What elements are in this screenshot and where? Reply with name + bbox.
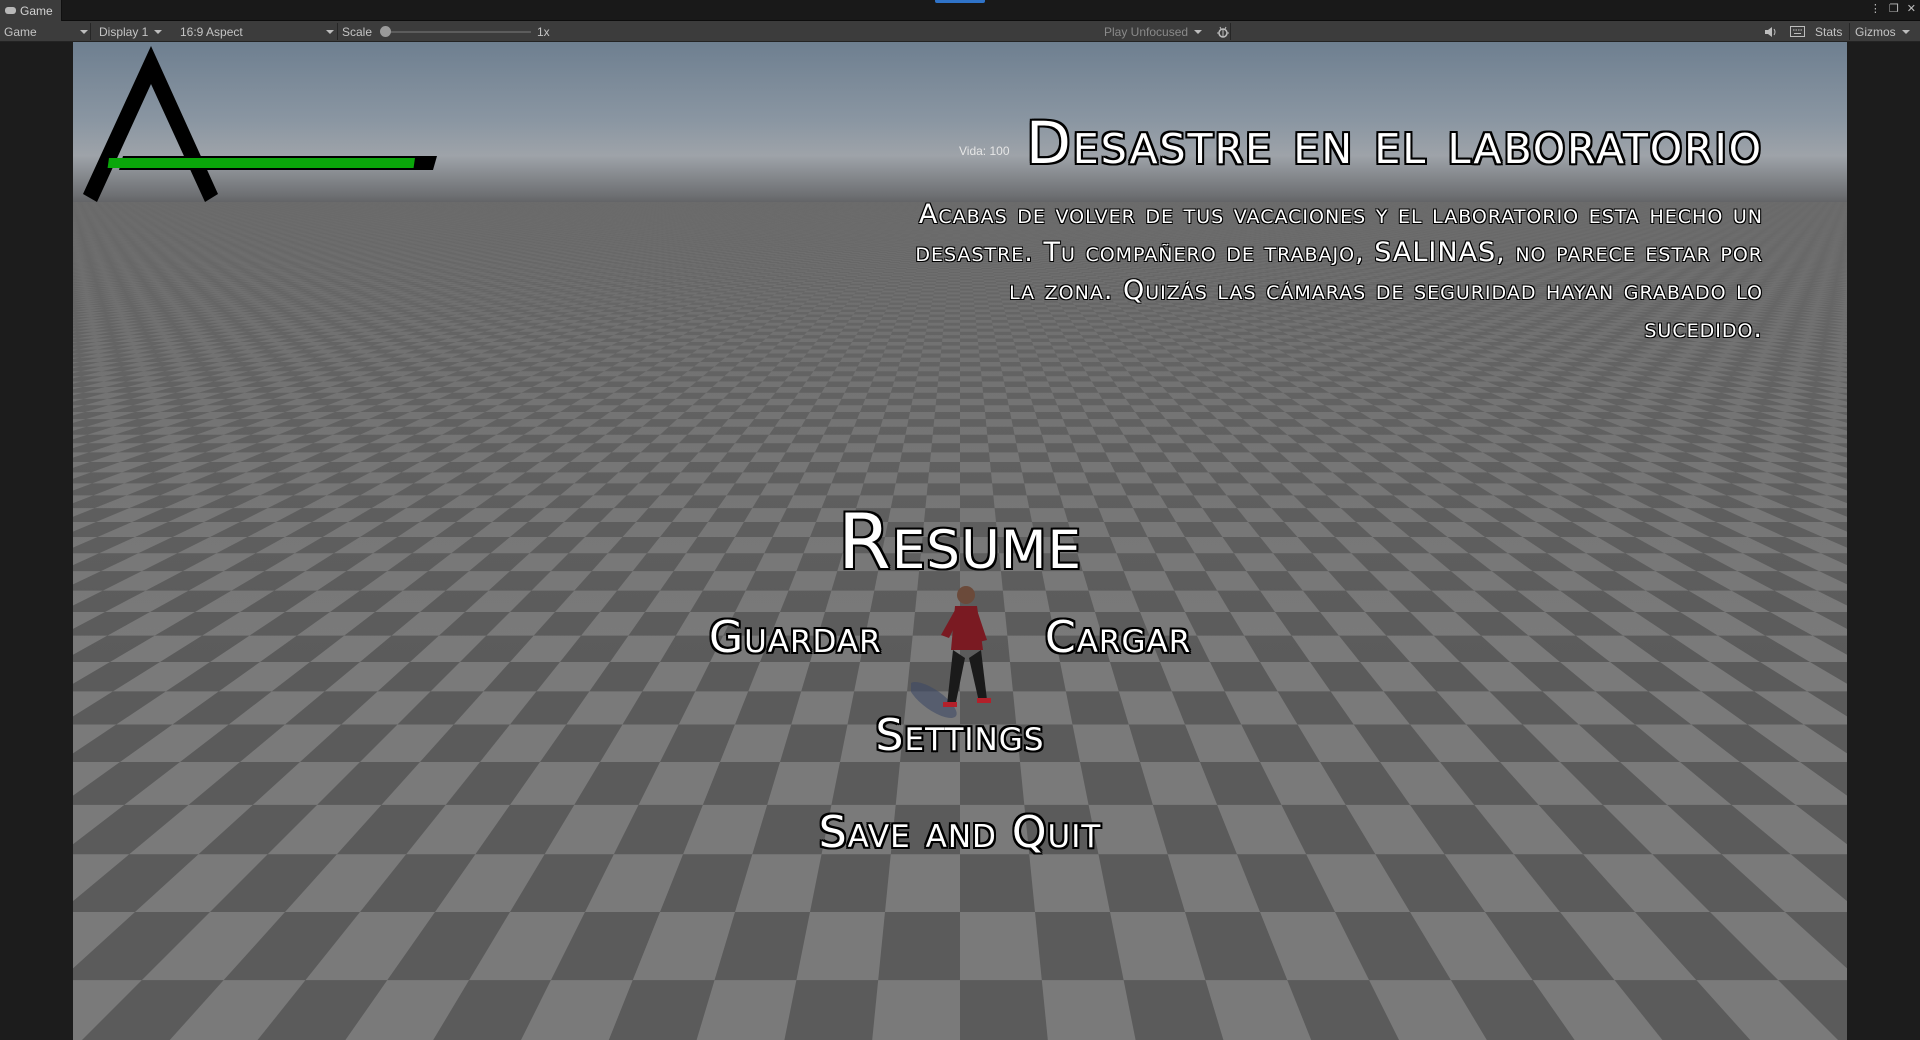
mute-audio-icon[interactable] [1764,21,1778,42]
bug-icon[interactable] [1216,21,1230,42]
settings-button[interactable]: Settings [73,710,1847,761]
save-game-button[interactable]: Guardar [709,612,882,663]
gizmos-dropdown[interactable]: Gizmos [1855,21,1917,42]
window-controls: ⋮ ❐ ✕ [1870,2,1916,15]
stats-button[interactable]: Stats [1815,21,1842,42]
play-indicator [935,0,985,3]
tab-game-label: Game [20,4,53,18]
game-viewport: Vida: 100 Desastre en el laboratorio Aca… [0,42,1920,1040]
display-dropdown[interactable]: Display 1 [99,21,173,42]
aspect-label: 16:9 Aspect [180,25,243,39]
display-label: Display 1 [99,25,148,39]
health-label: Vida: 100 [959,144,1010,158]
aspect-dropdown[interactable]: 16:9 Aspect [180,21,334,42]
scale-value: 1x [537,21,550,42]
view-mode-label: Game [4,25,37,39]
game-scene: Vida: 100 Desastre en el laboratorio Aca… [73,42,1847,1040]
view-mode-dropdown[interactable]: Game [4,21,88,42]
scale-slider-track[interactable] [385,31,531,33]
tab-game[interactable]: Game [0,0,62,21]
chevron-down-icon [1901,29,1910,34]
health-bar-fill [107,158,415,168]
more-options-icon[interactable]: ⋮ [1870,2,1881,15]
scale-label: Scale [342,21,372,42]
chevron-down-icon [154,29,163,34]
game-view-toolbar: Game Display 1 16:9 Aspect Scale 1x Play… [0,21,1920,42]
chevron-down-icon [1194,29,1203,34]
chevron-down-icon [326,29,334,34]
gamepad-icon [5,7,16,14]
editor-tab-bar: Game ⋮ ❐ ✕ [0,0,1920,21]
close-icon[interactable]: ✕ [1907,2,1916,15]
play-mode-label: Play Unfocused [1104,25,1188,39]
load-game-button[interactable]: Cargar [1045,612,1191,663]
save-and-quit-button[interactable]: Save and Quit [73,807,1847,858]
maximize-icon[interactable]: ❐ [1889,2,1899,15]
keyboard-icon[interactable] [1790,21,1805,42]
resume-button[interactable]: Resume [73,497,1847,586]
level-description: Acabas de volver de tus vacaciones y el … [883,196,1763,348]
play-mode-dropdown[interactable]: Play Unfocused [1104,21,1208,42]
level-title: Desastre en el laboratorio [1026,109,1763,177]
scale-slider-handle[interactable] [380,26,391,37]
game-logo-icon [83,46,437,202]
chevron-down-icon [80,29,88,34]
gizmos-label: Gizmos [1855,25,1896,39]
